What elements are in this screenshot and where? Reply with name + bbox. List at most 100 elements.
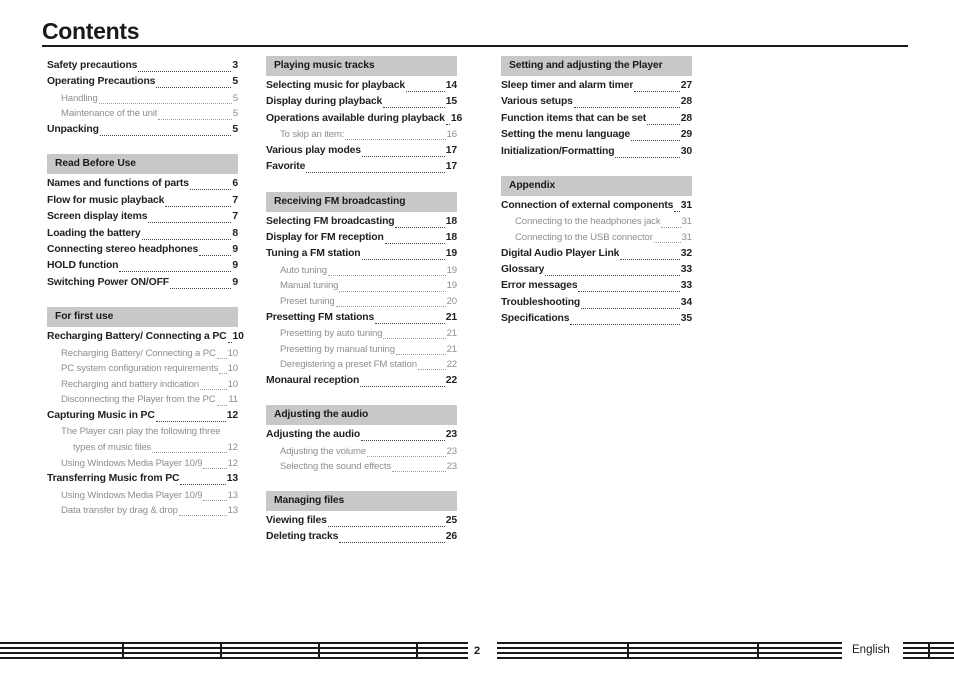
toc-dot-leader — [674, 210, 680, 212]
toc-entry[interactable]: Connecting to the USB connector 31 — [501, 230, 692, 246]
rule-group-right — [497, 642, 842, 659]
toc-entry[interactable]: Preset tuning 20 — [266, 294, 457, 310]
toc-entry-page-number: 5 — [232, 108, 238, 120]
toc-entry[interactable]: Recharging Battery/ Connecting a PC 10 — [47, 346, 238, 362]
toc-entry[interactable]: To skip an item: 16 — [266, 127, 457, 143]
toc-entry[interactable]: Display for FM reception 18 — [266, 230, 457, 246]
toc-entry-page-number: 28 — [680, 96, 692, 108]
footer-rule-line — [0, 652, 468, 654]
toc-entry-list: Connection of external components 31 Conne… — [501, 196, 692, 328]
toc-entry-page-number: 13 — [226, 473, 238, 485]
toc-entry-page-number: 18 — [445, 215, 457, 227]
toc-entry-page-number: 15 — [445, 96, 457, 108]
toc-entry-page-number: 5 — [232, 124, 238, 135]
toc-entry[interactable]: Various play modes 17 — [266, 143, 457, 159]
toc-dot-leader — [141, 238, 232, 240]
toc-entry-list: Selecting FM broadcasting 18 Display for F… — [266, 212, 457, 390]
toc-entry[interactable]: Capturing Music in PC 12 — [47, 408, 238, 424]
toc-entry-list: Safety precautions 3 Operating Precautions… — [47, 56, 238, 138]
toc-entry-label: Error messages — [501, 280, 578, 292]
toc-entry-label: Adjusting the audio — [266, 429, 361, 441]
toc-dot-leader — [335, 306, 446, 308]
toc-entry-label: Recharging Battery/ Connecting a PC — [47, 331, 227, 343]
toc-entry[interactable]: Initialization/Formatting 30 — [501, 144, 692, 160]
toc-entry[interactable]: Safety precautions 3 — [47, 58, 238, 74]
toc-entry-label: Glossary — [501, 264, 545, 276]
toc-entry[interactable]: Tuning a FM station 19 — [266, 246, 457, 262]
toc-entry[interactable]: Setting the menu language 29 — [501, 127, 692, 143]
toc-entry[interactable]: Names and functions of parts 6 — [47, 176, 238, 192]
toc-entry-page-number: 10 — [227, 347, 239, 359]
toc-entry-label: The Player can play the following three — [61, 426, 221, 438]
toc-dot-leader — [216, 404, 228, 406]
toc-entry[interactable]: Selecting FM broadcasting 18 — [266, 214, 457, 230]
toc-dot-leader — [119, 271, 232, 273]
toc-entry-page-number: 12 — [227, 442, 239, 454]
toc-entry[interactable]: Deregistering a preset FM station 22 — [266, 357, 457, 373]
toc-entry[interactable]: Connecting stereo headphones 9 — [47, 242, 238, 258]
toc-entry[interactable]: Handling 5 — [47, 91, 238, 107]
toc-entry[interactable]: Selecting the sound effects 23 — [266, 459, 457, 475]
toc-dot-leader — [203, 467, 227, 469]
toc-column-1: Safety precautions 3 Operating Precautions… — [47, 56, 244, 519]
footer-rule-line — [497, 657, 842, 659]
toc-entry[interactable]: Display during playback 15 — [266, 94, 457, 110]
toc-entry-label: Presetting FM stations — [266, 311, 375, 323]
toc-entry-label: Function items that can be set — [501, 112, 647, 124]
toc-entry[interactable]: Connecting to the headphones jack 31 — [501, 214, 692, 230]
toc-entry-label: Monaural reception — [266, 374, 360, 386]
toc-entry[interactable]: Using Windows Media Player 10/9 12 — [47, 456, 238, 472]
toc-entry[interactable]: Presetting by manual tuning 21 — [266, 342, 457, 358]
toc-entry[interactable]: Operations available during playback 16 — [266, 111, 462, 127]
toc-entry[interactable]: The Player can play the following three — [47, 424, 238, 440]
toc-entry[interactable]: Error messages 33 — [501, 278, 692, 294]
toc-entry[interactable]: HOLD function 9 — [47, 258, 238, 274]
toc-entry[interactable]: Switching Power ON/OFF 9 — [47, 275, 238, 291]
toc-entry[interactable]: Loading the battery 8 — [47, 226, 238, 242]
toc-entry[interactable]: Recharging Battery/ Connecting a PC 10 — [47, 329, 244, 345]
toc-entry-list: Names and functions of parts 6 Flow for mu… — [47, 174, 238, 291]
toc-entry[interactable]: Monaural reception 22 — [266, 373, 457, 389]
toc-entry[interactable]: Favorite 17 — [266, 159, 457, 175]
toc-entry[interactable]: Glossary 33 — [501, 262, 692, 278]
toc-dot-leader — [615, 156, 680, 158]
toc-entry-label: Safety precautions — [47, 60, 138, 71]
toc-entry[interactable]: Various setups 28 — [501, 94, 692, 110]
toc-entry-label: Disconnecting the Player from the PC — [61, 394, 216, 406]
toc-entry[interactable]: Presetting by auto tuning 21 — [266, 326, 457, 342]
toc-entry-page-number: 20 — [446, 296, 458, 308]
toc-dot-leader — [361, 440, 445, 442]
toc-entry[interactable]: Selecting music for playback 14 — [266, 78, 457, 94]
toc-entry[interactable]: Manual tuning 19 — [266, 278, 457, 294]
toc-entry[interactable]: Transferring Music from PC 13 — [47, 471, 238, 487]
toc-entry[interactable]: Sleep timer and alarm timer 27 — [501, 78, 692, 94]
toc-entry[interactable]: Adjusting the audio 23 — [266, 427, 457, 443]
toc-entry[interactable]: Operating Precautions 5 — [47, 74, 238, 90]
toc-entry[interactable]: Unpacking 5 — [47, 122, 238, 138]
toc-entry-page-number: 34 — [680, 296, 692, 308]
toc-entry-label: Adjusting the volume — [280, 445, 367, 457]
toc-entry[interactable]: Flow for music playback 7 — [47, 193, 238, 209]
toc-entry[interactable]: Deleting tracks 26 — [266, 529, 457, 545]
toc-entry-label: Selecting FM broadcasting — [266, 215, 395, 227]
toc-entry[interactable]: Maintenance of the unit 5 — [47, 106, 238, 122]
toc-entry[interactable]: Specifications 35 — [501, 311, 692, 327]
toc-entry[interactable]: types of music files 12 — [47, 440, 238, 456]
toc-entry[interactable]: Presetting FM stations 21 — [266, 310, 457, 326]
toc-entry[interactable]: Using Windows Media Player 10/9 13 — [47, 488, 238, 504]
toc-entry-label: PC system configuration requirements — [61, 363, 219, 375]
toc-entry[interactable]: Auto tuning 19 — [266, 263, 457, 279]
section-heading-read-before-use: Read Before Use — [47, 154, 238, 175]
toc-entry[interactable]: Disconnecting the Player from the PC 11 — [47, 392, 238, 408]
toc-entry[interactable]: Digital Audio Player Link 32 — [501, 246, 692, 262]
toc-entry[interactable]: Viewing files 25 — [266, 513, 457, 529]
toc-entry[interactable]: Recharging and battery indication 10 — [47, 377, 238, 393]
toc-entry[interactable]: Troubleshooting 34 — [501, 295, 692, 311]
toc-entry[interactable]: Adjusting the volume 23 — [266, 444, 457, 460]
toc-entry[interactable]: Connection of external components 31 — [501, 198, 692, 214]
toc-entry[interactable]: Function items that can be set 28 — [501, 111, 692, 127]
toc-entry-label: Maintenance of the unit — [61, 108, 158, 120]
toc-entry[interactable]: Data transfer by drag & drop 13 — [47, 503, 238, 519]
toc-entry[interactable]: PC system configuration requirements 10 — [47, 361, 238, 377]
toc-entry[interactable]: Screen display items 7 — [47, 209, 238, 225]
